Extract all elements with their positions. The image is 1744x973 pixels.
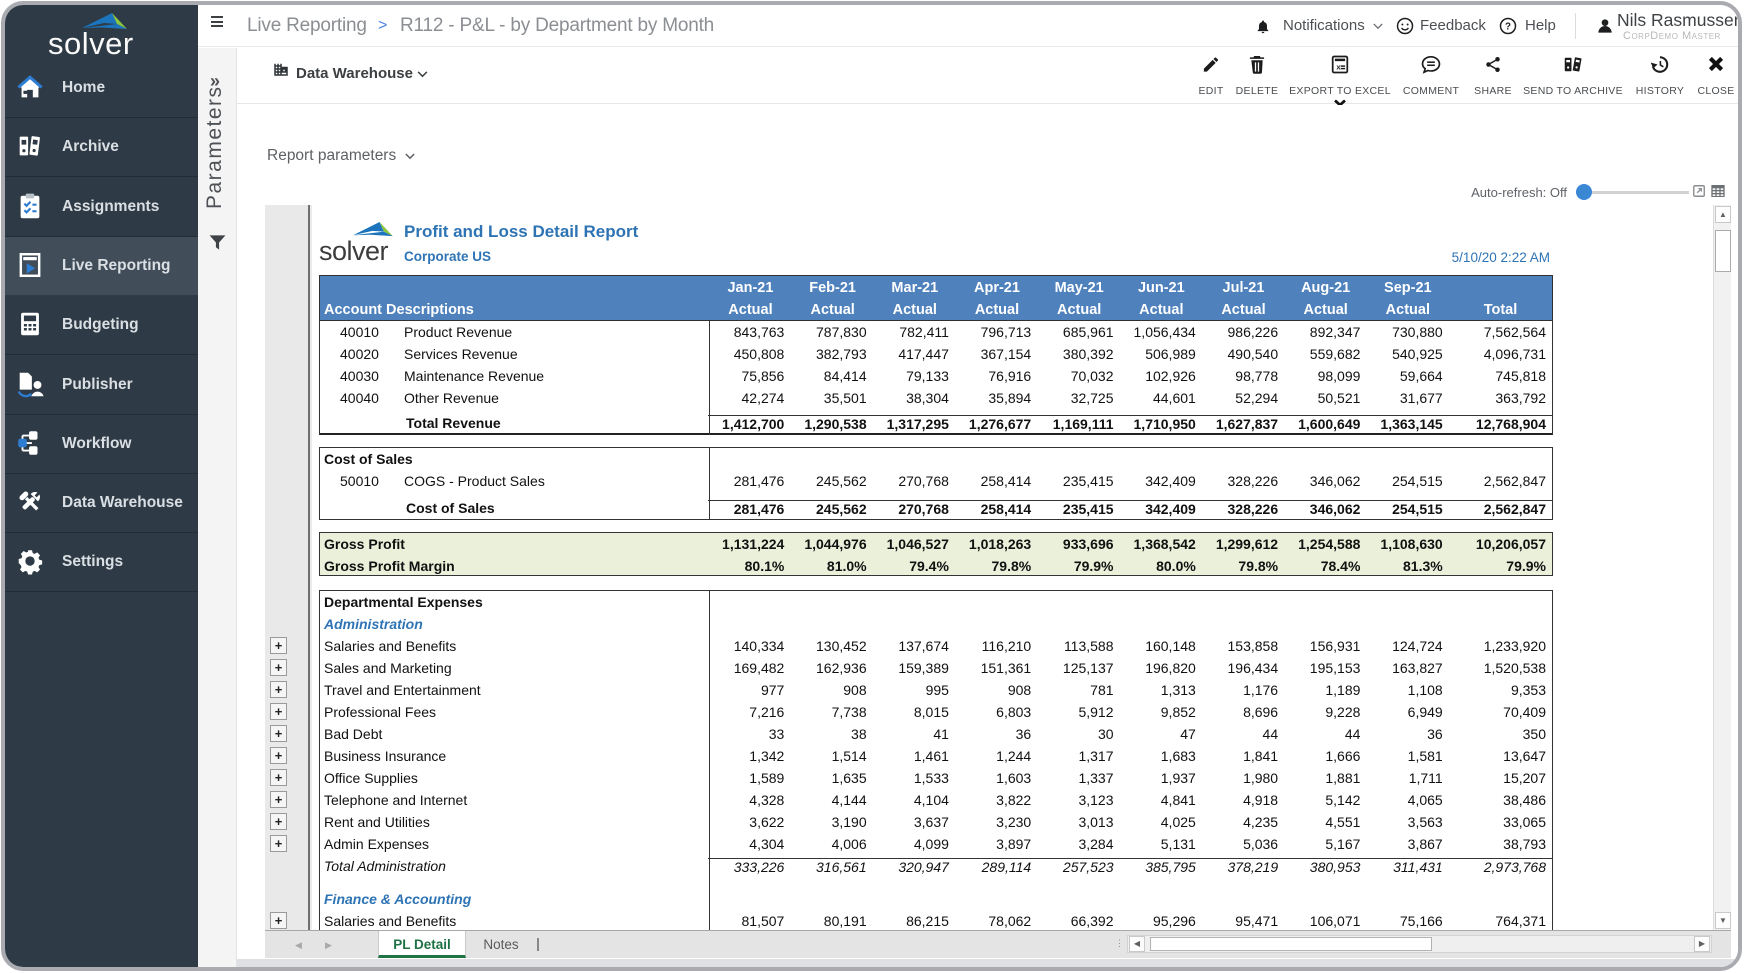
- svg-text:?: ?: [1505, 21, 1511, 32]
- svg-text:x: x: [1336, 62, 1341, 71]
